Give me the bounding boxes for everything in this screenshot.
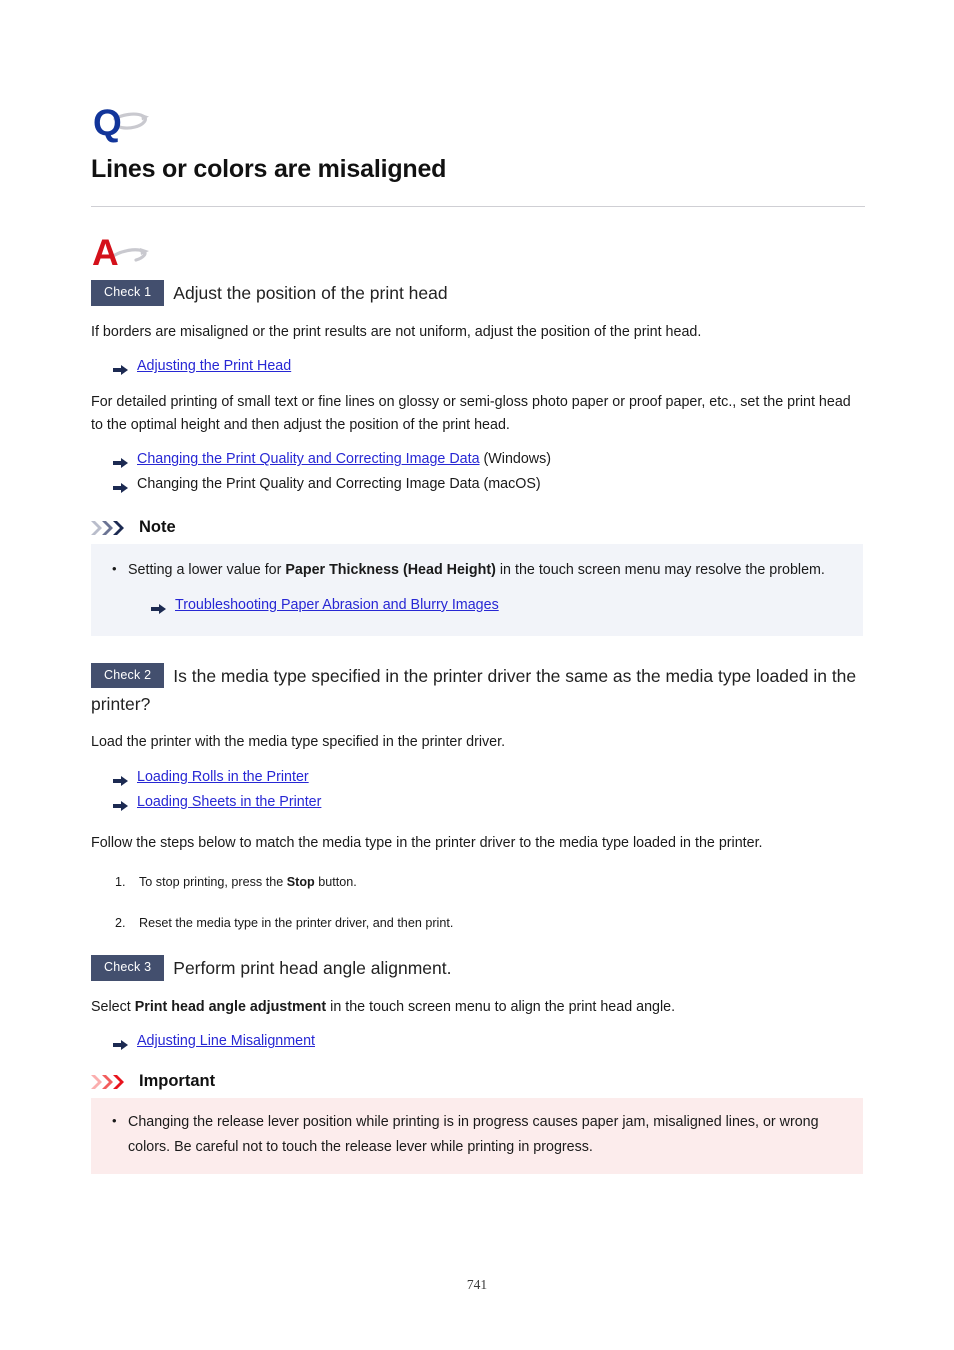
list-item: Changing the Print Quality and Correctin… bbox=[113, 447, 865, 471]
arrow-right-icon bbox=[113, 360, 128, 376]
step-1-bold: Stop bbox=[286, 874, 315, 889]
arrow-right-icon bbox=[113, 478, 128, 494]
check-3-heading: Check 3 Perform print head angle alignmen… bbox=[91, 954, 865, 982]
question-mark-q-icon: Q bbox=[91, 100, 161, 146]
list-item: Troubleshooting Paper Abrasion and Blurr… bbox=[151, 593, 845, 617]
page-content: Q Lines or colors are misaligned A Check… bbox=[91, 100, 865, 1174]
important-chevron-icon bbox=[91, 1074, 132, 1090]
list-item: To stop printing, press the Stop button. bbox=[115, 873, 865, 892]
check-3-paragraph: Select Print head angle adjustment in th… bbox=[91, 996, 865, 1019]
note-box: Setting a lower value for Paper Thicknes… bbox=[91, 543, 863, 636]
check-3-paragraph-suffix: in the touch screen menu to align the pr… bbox=[326, 998, 676, 1015]
note-bullet-prefix: Setting a lower value for bbox=[128, 561, 286, 578]
link-loading-rolls-in-the-printer[interactable]: Loading Rolls in the Printer bbox=[137, 769, 309, 785]
check-2-link-list: Loading Rolls in the Printer Loading She… bbox=[91, 765, 865, 814]
page-title: Lines or colors are misaligned bbox=[91, 155, 447, 183]
check-1-link-list-2: Changing the Print Quality and Correctin… bbox=[91, 447, 865, 496]
list-item: Changing the Print Quality and Correctin… bbox=[113, 472, 865, 496]
important-header: Important bbox=[91, 1073, 865, 1090]
check-2-paragraph-2: Follow the steps below to match the medi… bbox=[91, 835, 763, 852]
arrow-right-icon bbox=[151, 599, 166, 614]
check-1-heading: Check 1 Adjust the position of the print … bbox=[91, 279, 865, 307]
list-item: Loading Sheets in the Printer bbox=[113, 790, 865, 814]
page-number: 741 bbox=[466, 1277, 488, 1292]
arrow-right-icon bbox=[113, 796, 128, 812]
svg-text:A: A bbox=[92, 232, 119, 273]
link-adjusting-line-misalignment[interactable]: Adjusting Line Misalignment bbox=[137, 1033, 315, 1049]
arrow-right-icon bbox=[113, 453, 128, 469]
check-1-heading-text: Adjust the position of the print head bbox=[173, 283, 448, 304]
check-3-badge: Check 3 bbox=[91, 955, 165, 981]
answer-mark-a-icon: A bbox=[91, 229, 161, 275]
note-bullet-bold: Paper Thickness (Head Height) bbox=[285, 561, 496, 578]
check-3-block: Check 3 Perform print head angle alignmen… bbox=[91, 954, 865, 1053]
document-page: Q Lines or colors are misaligned A Check… bbox=[0, 0, 954, 1350]
check-2-steps: To stop printing, press the Stop button.… bbox=[91, 873, 865, 933]
check-1-paragraph-2: For detailed printing of small text or f… bbox=[91, 394, 851, 433]
title-divider bbox=[91, 206, 865, 208]
list-item: Reset the media type in the printer driv… bbox=[115, 914, 865, 933]
check-2-heading: Check 2 Is the media type specified in th… bbox=[91, 662, 865, 719]
step-2-text: Reset the media type in the printer driv… bbox=[139, 915, 454, 930]
text-changing-print-quality-macos: Changing the Print Quality and Correctin… bbox=[137, 476, 541, 493]
check-2-heading-text: Is the media type specified in the print… bbox=[91, 665, 857, 715]
svg-text:Q: Q bbox=[93, 102, 122, 143]
note-bullet-suffix: in the touch screen menu may resolve the… bbox=[495, 561, 825, 578]
check-3-heading-text: Perform print head angle alignment. bbox=[173, 958, 452, 979]
list-item: Setting a lower value for Paper Thicknes… bbox=[109, 558, 845, 617]
note-bullet-list: Setting a lower value for Paper Thicknes… bbox=[109, 558, 845, 617]
list-item: Loading Rolls in the Printer bbox=[113, 765, 865, 789]
important-box: Changing the release lever position whil… bbox=[91, 1097, 863, 1174]
link-troubleshooting-paper-abrasion[interactable]: Troubleshooting Paper Abrasion and Blurr… bbox=[175, 597, 499, 613]
check-1-link-list-1: Adjusting the Print Head bbox=[91, 354, 865, 378]
check-1-paragraph-1: If borders are misaligned or the print r… bbox=[91, 323, 702, 340]
arrow-right-icon bbox=[113, 771, 128, 787]
list-item: Adjusting Line Misalignment bbox=[113, 1029, 865, 1053]
check-3-paragraph-bold: Print head angle adjustment bbox=[134, 998, 327, 1015]
check-1-badge: Check 1 bbox=[91, 280, 165, 306]
check-1-block: Check 1 Adjust the position of the print … bbox=[91, 279, 865, 496]
note-header: Note bbox=[91, 519, 865, 536]
note-title: Note bbox=[139, 518, 176, 537]
link-changing-print-quality-windows[interactable]: Changing the Print Quality and Correctin… bbox=[137, 451, 480, 467]
link-adjusting-the-print-head[interactable]: Adjusting the Print Head bbox=[137, 358, 291, 374]
check-3-link-list: Adjusting Line Misalignment bbox=[91, 1029, 865, 1053]
list-item: Changing the release lever position whil… bbox=[109, 1110, 845, 1160]
step-1-suffix: button. bbox=[314, 874, 357, 889]
list-item: Adjusting the Print Head bbox=[113, 354, 865, 378]
important-bullet-list: Changing the release lever position whil… bbox=[109, 1110, 845, 1160]
arrow-right-icon bbox=[113, 1035, 128, 1051]
link-loading-sheets-in-the-printer[interactable]: Loading Sheets in the Printer bbox=[137, 794, 321, 810]
note-chevron-icon bbox=[91, 520, 132, 536]
check-3-paragraph-prefix: Select bbox=[91, 998, 135, 1015]
check-2-badge: Check 2 bbox=[91, 662, 165, 689]
note-link-list: Troubleshooting Paper Abrasion and Blurr… bbox=[128, 593, 845, 617]
check-2-block: Check 2 Is the media type specified in th… bbox=[91, 662, 865, 933]
check-2-paragraph-1: Load the printer with the media type spe… bbox=[91, 734, 506, 751]
link-suffix-windows: (Windows) bbox=[483, 451, 552, 468]
step-1-prefix: To stop printing, press the bbox=[139, 874, 287, 889]
important-title: Important bbox=[139, 1072, 216, 1091]
